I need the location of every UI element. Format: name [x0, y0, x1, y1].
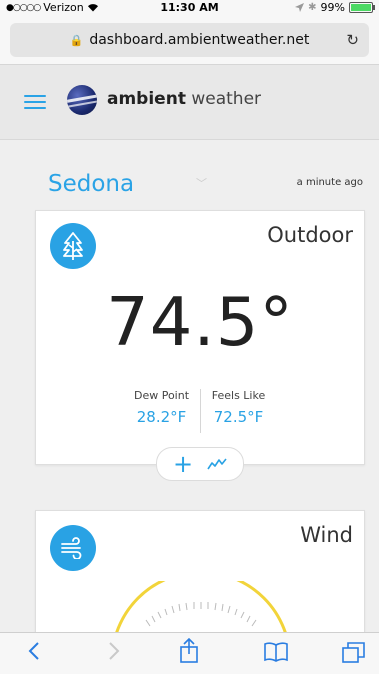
- lock-icon: 🔒: [69, 33, 84, 47]
- back-icon[interactable]: [28, 641, 40, 661]
- status-indicators: ✱ 99%: [295, 1, 375, 14]
- ambient-weather-logo-icon: [67, 85, 97, 115]
- location-row: Sedona ﹀ a minute ago: [0, 139, 379, 209]
- address-bar[interactable]: 🔒 dashboard.ambientweather.net ↻: [10, 23, 369, 57]
- card-title: Wind: [300, 523, 353, 547]
- bluetooth-icon: ✱: [308, 2, 317, 13]
- card-title: Outdoor: [267, 223, 353, 247]
- dew-point-label: Dew Point: [133, 389, 190, 402]
- brand-light: weather: [191, 89, 262, 109]
- browser-toolbar: [0, 632, 379, 674]
- brand-bold: ambient: [107, 89, 186, 109]
- tabs-icon[interactable]: [342, 641, 366, 663]
- feels-like-label: Feels Like: [211, 389, 266, 402]
- location-selector[interactable]: Sedona: [48, 171, 134, 197]
- outdoor-card: Outdoor 74.5° Dew Point 28.2°F Feels Lik…: [35, 210, 365, 465]
- battery-icon: [349, 2, 375, 13]
- feels-like: Feels Like 72.5°F: [202, 389, 276, 433]
- wind-card: Wind: [35, 510, 365, 652]
- stats-row: Dew Point 28.2°F Feels Like 72.5°F: [36, 389, 364, 433]
- wind-icon: [50, 525, 96, 571]
- share-icon[interactable]: [179, 638, 199, 664]
- dew-point: Dew Point 28.2°F: [125, 389, 199, 433]
- battery-percent: 99%: [320, 1, 345, 14]
- url-text: dashboard.ambientweather.net: [89, 32, 310, 48]
- dew-point-value: 28.2°F: [136, 408, 187, 426]
- menu-icon[interactable]: [24, 95, 46, 113]
- add-icon[interactable]: +: [173, 452, 193, 476]
- chart-line-icon[interactable]: [207, 457, 227, 471]
- divider: [199, 389, 201, 433]
- chevron-down-icon[interactable]: ﹀: [196, 175, 207, 191]
- last-updated: a minute ago: [296, 177, 363, 188]
- card-actions: +: [156, 447, 244, 481]
- browser-address-area: 🔒 dashboard.ambientweather.net ↻: [0, 16, 379, 65]
- status-bar: ●○○○○ Verizon 11:30 AM ✱ 99%: [0, 0, 379, 16]
- bookmarks-icon[interactable]: [264, 642, 288, 662]
- app-header: ambient weather: [0, 65, 379, 140]
- location-arrow-icon: [295, 3, 305, 12]
- reload-icon[interactable]: ↻: [346, 31, 359, 49]
- tree-icon: [50, 223, 96, 269]
- forward-icon[interactable]: [108, 641, 120, 661]
- brand-logo-text: ambient weather: [107, 89, 261, 109]
- feels-like-value: 72.5°F: [213, 408, 264, 426]
- outdoor-temperature: 74.5°: [106, 283, 294, 361]
